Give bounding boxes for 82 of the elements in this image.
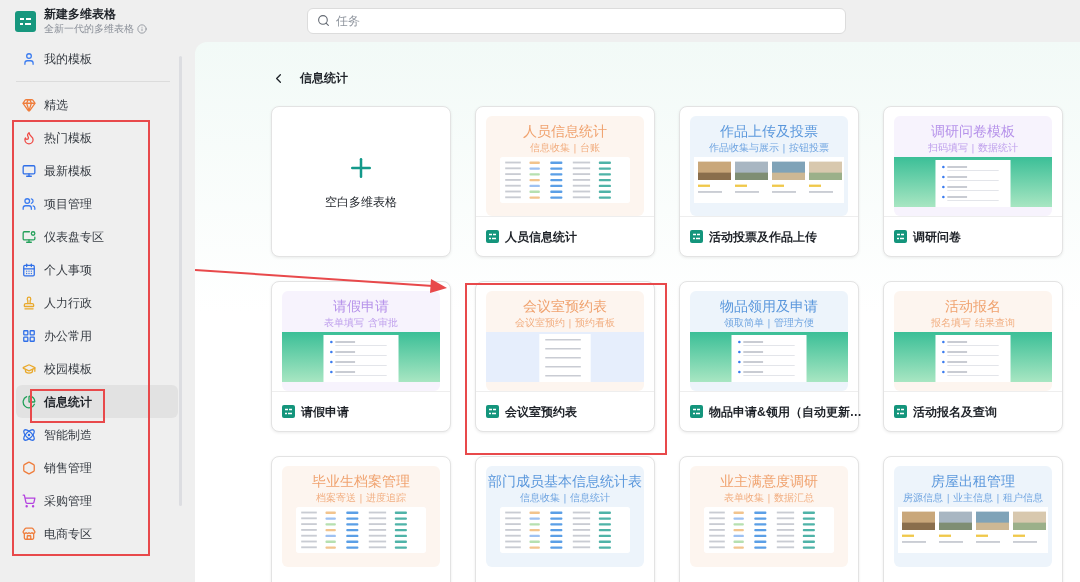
- people-icon: [22, 196, 36, 211]
- thumbnail-subtitle: 作品收集与展示 | 按钮投票: [709, 141, 829, 154]
- table-app-icon: [894, 405, 907, 419]
- hexagon-icon: [22, 460, 36, 475]
- store-icon: [22, 526, 36, 541]
- template-name: 物品申请&领用（自动更新…: [709, 403, 862, 421]
- dashboard-icon: [22, 229, 36, 244]
- template-name: 活动投票及作品上传: [709, 228, 817, 246]
- table-app-icon: [690, 405, 703, 419]
- template-name: 调研问卷: [913, 228, 961, 246]
- thumbnail-subtitle: 房源信息 | 业主信息 | 租户信息: [903, 491, 1043, 504]
- app-subtitle: 全新一代的多维表格: [44, 21, 134, 36]
- thumbnail-subtitle: 报名填写 结果查询: [931, 316, 1015, 329]
- app-logo-icon: [15, 10, 36, 32]
- template-name: 人员信息统计: [505, 228, 577, 246]
- template-name: 活动报名及查询: [913, 403, 997, 421]
- table-app-icon: [894, 230, 907, 244]
- template-card[interactable]: 活动报名 报名填写 结果查询 活动报名及查询: [883, 281, 1063, 432]
- graduation-cap-icon: [22, 361, 36, 376]
- template-card[interactable]: 会议室预约表 会议室预约 | 预约看板 会议室预约表: [475, 281, 655, 432]
- table-app-icon: [486, 405, 499, 419]
- thumbnail-subtitle: 档案寄送 | 进度追踪: [316, 491, 406, 504]
- sidebar-item[interactable]: 人力行政: [16, 286, 178, 319]
- grid-icon: [22, 328, 36, 343]
- template-card[interactable]: 物品领用及申请 领取简单 | 管理方便 物品申请&领用（自动更新…: [679, 281, 859, 432]
- template-card[interactable]: 调研问卷模板 扫码填写 | 数据统计 调研问卷: [883, 106, 1063, 257]
- thumbnail-subtitle: 扫码填写 | 数据统计: [928, 141, 1018, 154]
- table-app-icon: [690, 230, 703, 244]
- sidebar-item[interactable]: 办公常用: [16, 319, 178, 352]
- template-card[interactable]: 作品上传及投票 作品收集与展示 | 按钮投票 活动投票及作品上传: [679, 106, 859, 257]
- thumbnail-title: 人员信息统计: [523, 122, 607, 141]
- sidebar-item[interactable]: 个人事项: [16, 253, 178, 286]
- gem-icon: [22, 97, 36, 112]
- sidebar-item[interactable]: 校园模板: [16, 352, 178, 385]
- template-name: 会议室预约表: [505, 403, 577, 421]
- sidebar-item[interactable]: 仪表盘专区: [16, 220, 178, 253]
- sidebar-item[interactable]: 精选: [16, 88, 178, 121]
- template-card[interactable]: 人员信息统计 信息收集 | 台账 人员信息统计: [475, 106, 655, 257]
- thumbnail-title: 房屋出租管理: [931, 472, 1015, 491]
- thumbnail-subtitle: 领取简单 | 管理方便: [724, 316, 814, 329]
- sidebar-item[interactable]: 信息统计: [16, 385, 178, 418]
- flame-icon: [22, 130, 36, 145]
- table-app-icon: [282, 405, 295, 419]
- sidebar-item[interactable]: 我的模板: [16, 42, 178, 75]
- cart-icon: [22, 493, 36, 508]
- sidebar-item[interactable]: 项目管理: [16, 187, 178, 220]
- page-title: 信息统计: [300, 70, 348, 87]
- atom-icon: [22, 427, 36, 442]
- thumbnail-subtitle: 表单填写 含审批: [324, 316, 398, 329]
- search-icon: [317, 14, 330, 27]
- search-field[interactable]: 任务: [307, 8, 846, 34]
- thumbnail-subtitle: 信息收集 | 台账: [530, 141, 600, 154]
- thumbnail-subtitle: 表单收集 | 数据汇总: [724, 491, 814, 504]
- blank-template-label: 空白多维表格: [325, 193, 397, 211]
- thumbnail-title: 作品上传及投票: [720, 122, 818, 141]
- template-card[interactable]: 请假申请 表单填写 含审批 请假申请: [271, 281, 451, 432]
- info-icon[interactable]: [137, 23, 147, 34]
- blank-template-card[interactable]: 空白多维表格: [271, 106, 451, 257]
- sidebar-item[interactable]: 采购管理: [16, 484, 178, 517]
- calendar-icon: [22, 262, 36, 277]
- thumbnail-title: 物品领用及申请: [720, 297, 818, 316]
- sidebar-item[interactable]: 最新模板: [16, 154, 178, 187]
- template-name: 请假申请: [301, 403, 349, 421]
- app-title: 新建多维表格: [44, 6, 117, 22]
- sidebar-item[interactable]: 热门模板: [16, 121, 178, 154]
- thumbnail-title: 部门成员基本信息统计表: [488, 472, 642, 491]
- sidebar-item[interactable]: 电商专区: [16, 517, 178, 550]
- table-app-icon: [486, 230, 499, 244]
- sidebar-item[interactable]: 智能制造: [16, 418, 178, 451]
- thumbnail-subtitle: 信息收集 | 信息统计: [520, 491, 610, 504]
- thumbnail-title: 调研问卷模板: [931, 122, 1015, 141]
- thumbnail-title: 活动报名: [945, 297, 1001, 316]
- person-icon: [22, 51, 36, 66]
- monitor-icon: [22, 163, 36, 178]
- pie-chart-icon: [22, 394, 36, 409]
- stamp-icon: [22, 295, 36, 310]
- sidebar-item[interactable]: 销售管理: [16, 451, 178, 484]
- thumbnail-title: 请假申请: [333, 297, 389, 316]
- thumbnail-title: 会议室预约表: [523, 297, 607, 316]
- thumbnail-title: 业主满意度调研: [720, 472, 818, 491]
- thumbnail-title: 毕业生档案管理: [312, 472, 410, 491]
- thumbnail-subtitle: 会议室预约 | 预约看板: [515, 316, 615, 329]
